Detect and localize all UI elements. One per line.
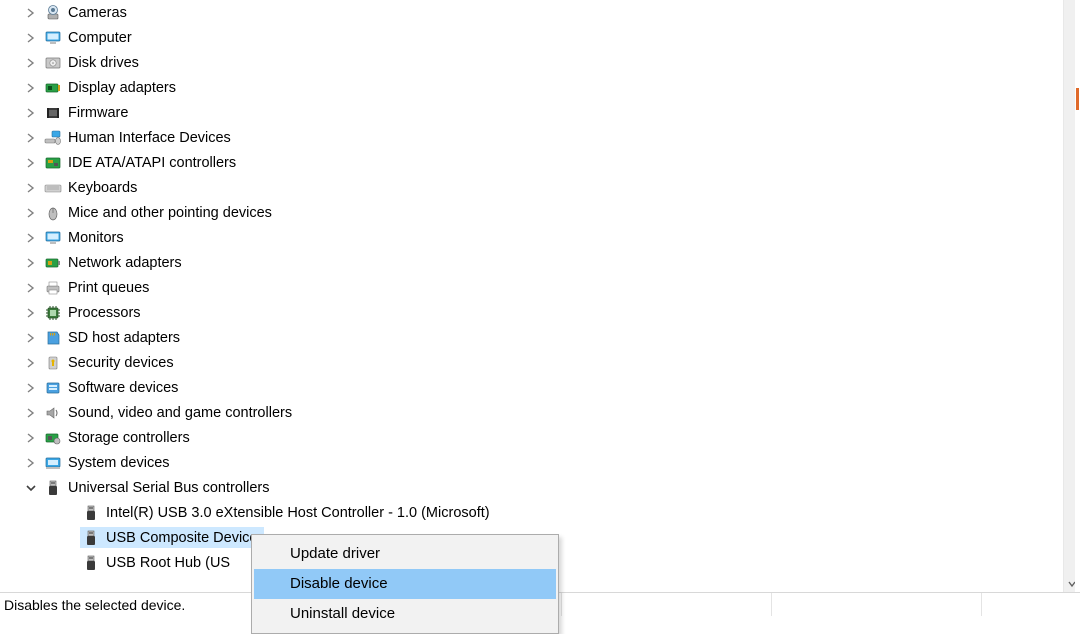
- category-processors[interactable]: Processors: [24, 300, 1080, 325]
- keyboard-icon: [44, 179, 62, 197]
- display-adapter-icon: [44, 79, 62, 97]
- menu-item-label: Disable device: [290, 575, 388, 592]
- chevron-right-icon[interactable]: [24, 331, 38, 345]
- category-hid[interactable]: Human Interface Devices: [24, 125, 1080, 150]
- category-security[interactable]: Security devices: [24, 350, 1080, 375]
- category-cameras[interactable]: Cameras: [24, 0, 1080, 25]
- chevron-right-icon[interactable]: [24, 31, 38, 45]
- system-icon: [44, 454, 62, 472]
- chevron-right-icon[interactable]: [24, 456, 38, 470]
- chevron-right-icon[interactable]: [24, 6, 38, 20]
- cpu-icon: [44, 304, 62, 322]
- computer-icon: [44, 29, 62, 47]
- chevron-right-icon[interactable]: [24, 156, 38, 170]
- category-keyboards[interactable]: Keyboards: [24, 175, 1080, 200]
- chevron-right-icon[interactable]: [24, 306, 38, 320]
- category-label: Keyboards: [68, 180, 143, 196]
- chevron-right-icon[interactable]: [24, 181, 38, 195]
- network-icon: [44, 254, 62, 272]
- device-label: USB Composite Device: [106, 530, 264, 546]
- menu-disable-device[interactable]: Disable device: [254, 569, 556, 599]
- software-icon: [44, 379, 62, 397]
- usb-icon: [44, 479, 62, 497]
- firmware-icon: [44, 104, 62, 122]
- usb-icon: [82, 504, 100, 522]
- category-system[interactable]: System devices: [24, 450, 1080, 475]
- category-label: Network adapters: [68, 255, 188, 271]
- chevron-right-icon[interactable]: [24, 381, 38, 395]
- category-label: IDE ATA/ATAPI controllers: [68, 155, 242, 171]
- device-usb-composite[interactable]: USB Composite Device: [80, 525, 1080, 550]
- category-sd[interactable]: SD host adapters: [24, 325, 1080, 350]
- category-label: Disk drives: [68, 55, 145, 71]
- category-usb[interactable]: Universal Serial Bus controllers: [24, 475, 1080, 500]
- chevron-right-icon[interactable]: [24, 206, 38, 220]
- category-disk-drives[interactable]: Disk drives: [24, 50, 1080, 75]
- menu-update-driver[interactable]: Update driver: [254, 539, 556, 569]
- category-label: Print queues: [68, 280, 155, 296]
- category-mice[interactable]: Mice and other pointing devices: [24, 200, 1080, 225]
- chevron-right-icon[interactable]: [24, 431, 38, 445]
- device-tree[interactable]: Cameras Computer Disk drives Display ada…: [0, 0, 1080, 575]
- category-label: Security devices: [68, 355, 180, 371]
- menu-item-label: Uninstall device: [290, 605, 395, 622]
- camera-icon: [44, 4, 62, 22]
- category-label: Mice and other pointing devices: [68, 205, 278, 221]
- category-sound[interactable]: Sound, video and game controllers: [24, 400, 1080, 425]
- mouse-icon: [44, 204, 62, 222]
- category-label: Cameras: [68, 5, 133, 21]
- category-display-adapters[interactable]: Display adapters: [24, 75, 1080, 100]
- category-label: Processors: [68, 305, 147, 321]
- security-icon: [44, 354, 62, 372]
- chevron-right-icon[interactable]: [24, 256, 38, 270]
- category-print-queues[interactable]: Print queues: [24, 275, 1080, 300]
- category-label: Human Interface Devices: [68, 130, 237, 146]
- context-menu[interactable]: Update driver Disable device Uninstall d…: [251, 534, 559, 634]
- chevron-right-icon[interactable]: [24, 281, 38, 295]
- category-computer[interactable]: Computer: [24, 25, 1080, 50]
- chevron-right-icon[interactable]: [24, 106, 38, 120]
- chevron-right-icon[interactable]: [24, 231, 38, 245]
- category-label: Display adapters: [68, 80, 182, 96]
- usb-icon: [82, 529, 100, 547]
- chevron-right-icon[interactable]: [24, 81, 38, 95]
- category-storage[interactable]: Storage controllers: [24, 425, 1080, 450]
- category-label: System devices: [68, 455, 176, 471]
- sound-icon: [44, 404, 62, 422]
- chevron-right-icon[interactable]: [24, 56, 38, 70]
- hid-icon: [44, 129, 62, 147]
- menu-uninstall-device[interactable]: Uninstall device: [254, 599, 556, 629]
- category-label: Storage controllers: [68, 430, 196, 446]
- category-label: Software devices: [68, 380, 184, 396]
- monitor-icon: [44, 229, 62, 247]
- storage-icon: [44, 429, 62, 447]
- category-label: Firmware: [68, 105, 134, 121]
- chevron-right-icon[interactable]: [24, 356, 38, 370]
- category-firmware[interactable]: Firmware: [24, 100, 1080, 125]
- disk-icon: [44, 54, 62, 72]
- category-software[interactable]: Software devices: [24, 375, 1080, 400]
- category-label: Universal Serial Bus controllers: [68, 480, 275, 496]
- category-monitors[interactable]: Monitors: [24, 225, 1080, 250]
- category-network[interactable]: Network adapters: [24, 250, 1080, 275]
- category-label: Computer: [68, 30, 138, 46]
- category-label: Monitors: [68, 230, 130, 246]
- device-usb-root-hub[interactable]: USB Root Hub (US: [80, 550, 1080, 575]
- status-text: Disables the selected device.: [4, 597, 185, 613]
- menu-item-label: Update driver: [290, 545, 380, 562]
- chevron-right-icon[interactable]: [24, 131, 38, 145]
- device-label: Intel(R) USB 3.0 eXtensible Host Control…: [106, 505, 496, 521]
- category-label: Sound, video and game controllers: [68, 405, 298, 421]
- category-label: SD host adapters: [68, 330, 186, 346]
- device-intel-usb[interactable]: Intel(R) USB 3.0 eXtensible Host Control…: [80, 500, 1080, 525]
- ide-icon: [44, 154, 62, 172]
- printer-icon: [44, 279, 62, 297]
- chevron-right-icon[interactable]: [24, 406, 38, 420]
- sd-icon: [44, 329, 62, 347]
- category-ide[interactable]: IDE ATA/ATAPI controllers: [24, 150, 1080, 175]
- window-edge: [1075, 0, 1080, 592]
- device-label: USB Root Hub (US: [106, 555, 236, 571]
- chevron-down-icon[interactable]: [24, 481, 38, 495]
- usb-icon: [82, 554, 100, 572]
